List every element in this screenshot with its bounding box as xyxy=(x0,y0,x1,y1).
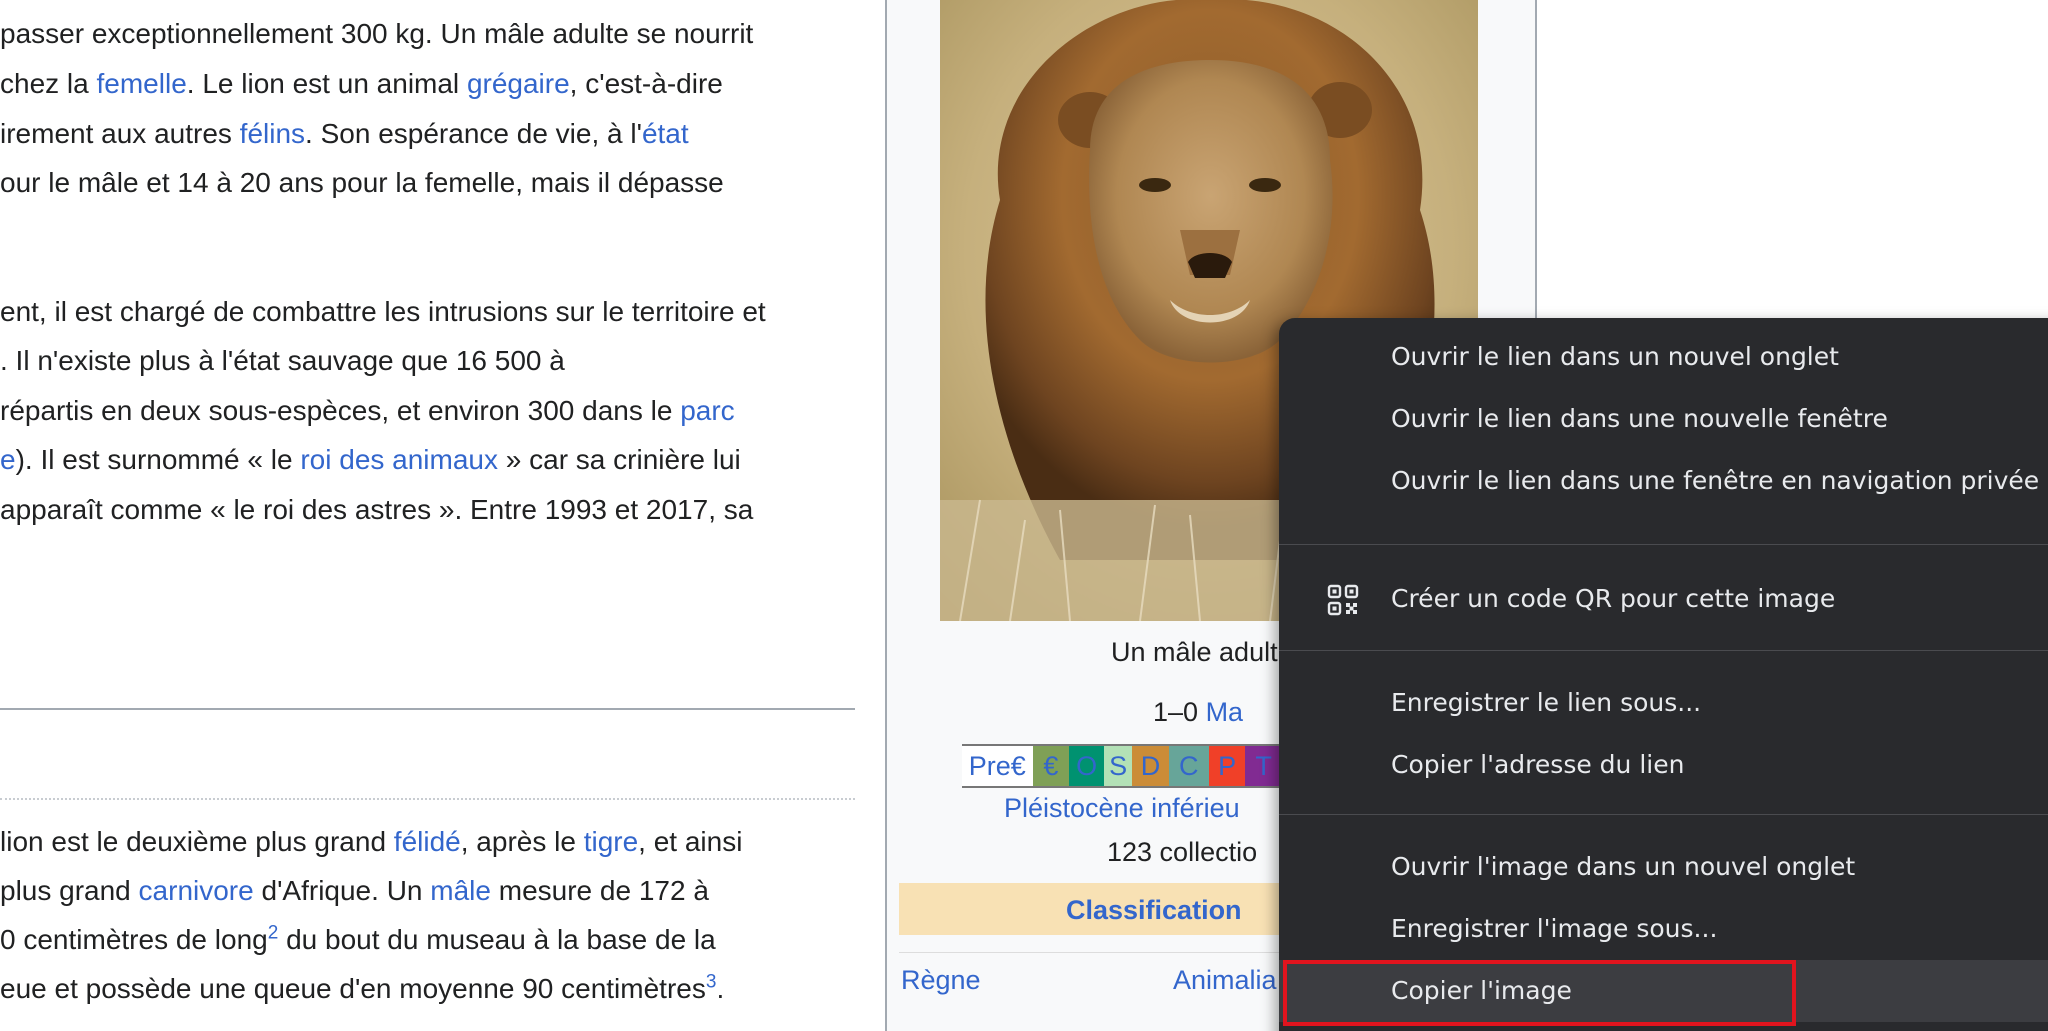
article-text: our le mâle et 14 à 20 ans pour la femel… xyxy=(0,167,724,198)
image-caption: Un mâle adult xyxy=(1111,637,1278,667)
article-text: plus grand xyxy=(0,875,139,906)
article-link[interactable]: grégaire xyxy=(467,68,570,99)
article-link[interactable]: tigre xyxy=(584,826,638,857)
article-text: lion est le deuxième plus grand xyxy=(0,826,394,857)
section-divider xyxy=(0,708,855,710)
timescale-segment[interactable]: D xyxy=(1132,746,1169,786)
menu-open-link-private[interactable]: Ouvrir le lien dans une fenêtre en navig… xyxy=(1279,450,2048,512)
timescale-segment[interactable]: € xyxy=(1032,746,1070,786)
article-line: répartis en deux sous-espèces, et enviro… xyxy=(0,395,735,427)
article-text: . xyxy=(716,973,725,1004)
geologic-timescale: Pre€ € O S D C P T xyxy=(962,744,1282,788)
article-line: our le mâle et 14 à 20 ans pour la femel… xyxy=(0,167,724,199)
reference-link[interactable]: 2 xyxy=(268,923,279,944)
article-text: ). Il est surnommé « le xyxy=(15,444,301,475)
timescale-segment[interactable]: Pre€ xyxy=(962,746,1033,786)
article-line: ent, il est chargé de combattre les intr… xyxy=(0,296,766,328)
menu-separator xyxy=(1279,544,2048,545)
article-link[interactable]: félins xyxy=(240,118,305,149)
article-text: , après le xyxy=(460,826,584,857)
article-link[interactable]: félidé xyxy=(394,826,461,857)
menu-save-link-as[interactable]: Enregistrer le lien sous... xyxy=(1279,672,2048,734)
reference-link[interactable]: 3 xyxy=(706,972,717,993)
regne-label[interactable]: Règne xyxy=(901,964,981,996)
article-line: eue et possède une queue d'en moyenne 90… xyxy=(0,973,724,1005)
article-text: , c'est-à-dire xyxy=(569,68,723,99)
article-line: . Il n'existe plus à l'état sauvage que … xyxy=(0,345,565,377)
article-link[interactable]: carnivore xyxy=(139,875,254,906)
article-link[interactable]: roi des animaux xyxy=(300,444,498,475)
article-line: passer exceptionnellement 300 kg. Un mâl… xyxy=(0,18,753,50)
article-text: chez la xyxy=(0,68,97,99)
menu-copy-link-address[interactable]: Copier l'adresse du lien xyxy=(1279,734,2048,796)
menu-separator xyxy=(1279,650,2048,651)
collections-count: 123 collectio xyxy=(1107,837,1258,867)
article-link[interactable]: état xyxy=(642,118,689,149)
dotted-divider xyxy=(0,798,855,800)
article-line: plus grand carnivore d'Afrique. Un mâle … xyxy=(0,875,709,907)
article-line: apparaît comme « le roi des astres ». En… xyxy=(0,494,753,526)
menu-save-image-as[interactable]: Enregistrer l'image sous... xyxy=(1279,898,2048,960)
article-text: . Son espérance de vie, à l' xyxy=(305,118,642,149)
menu-create-qr-code[interactable]: Créer un code QR pour cette image xyxy=(1279,568,2048,630)
qr-code-icon xyxy=(1327,584,1359,616)
article-line: 0 centimètres de long2 du bout du museau… xyxy=(0,924,716,956)
article-text: , et ainsi xyxy=(638,826,743,857)
article-text: . Le lion est un animal xyxy=(186,68,467,99)
article-link[interactable]: femelle xyxy=(97,68,187,99)
timescale-segment[interactable]: C xyxy=(1168,746,1209,786)
article-text: mesure de 172 à xyxy=(490,875,709,906)
timescale-segment[interactable]: T xyxy=(1245,746,1282,786)
article-text: 0 centimètres de long xyxy=(0,924,268,955)
copy-image-highlight xyxy=(1283,960,1796,1026)
article-line: lion est le deuxième plus grand félidé, … xyxy=(0,826,742,858)
menu-separator xyxy=(1279,814,2048,815)
article-text: du bout du museau à la base de la xyxy=(278,924,716,955)
article-text: » car sa crinière lui xyxy=(498,444,741,475)
classification-title[interactable]: Classification xyxy=(1066,894,1242,926)
period-link[interactable]: Pléistocène inférieu xyxy=(1004,792,1240,824)
regne-value[interactable]: Animalia xyxy=(1173,964,1277,996)
article-text: passer exceptionnellement 300 kg. Un mâl… xyxy=(0,18,754,49)
menu-open-link-new-window[interactable]: Ouvrir le lien dans une nouvelle fenêtre xyxy=(1279,388,2048,450)
article-link[interactable]: e xyxy=(0,444,16,475)
timescale-segment[interactable]: O xyxy=(1069,746,1105,786)
article-text: d'Afrique. Un xyxy=(253,875,431,906)
age-range: 1–0 Ma xyxy=(1153,697,1244,727)
article-link[interactable]: mâle xyxy=(430,875,491,906)
article-text: . Il n'existe plus à l'état sauvage que … xyxy=(0,345,565,376)
timescale-segment[interactable]: S xyxy=(1104,746,1133,786)
article-text: répartis en deux sous-espèces, et enviro… xyxy=(0,395,681,426)
article-text: apparaît comme « le roi des astres ». En… xyxy=(0,494,754,525)
article-line: e). Il est surnommé « le roi des animaux… xyxy=(0,444,741,476)
article-text: eue et possède une queue d'en moyenne 90… xyxy=(0,973,706,1004)
ma-link[interactable]: Ma xyxy=(1206,697,1244,727)
menu-open-link-new-tab[interactable]: Ouvrir le lien dans un nouvel onglet xyxy=(1279,326,2048,388)
article-link[interactable]: parc xyxy=(680,395,734,426)
screen: passer exceptionnellement 300 kg. Un mâl… xyxy=(0,0,2048,1031)
article-text: ent, il est chargé de combattre les intr… xyxy=(0,296,766,327)
menu-open-image-new-tab[interactable]: Ouvrir l'image dans un nouvel onglet xyxy=(1279,836,2048,898)
article-line: chez la femelle. Le lion est un animal g… xyxy=(0,68,723,100)
article-line: irement aux autres félins. Son espérance… xyxy=(0,118,689,150)
timescale-segment[interactable]: P xyxy=(1208,746,1246,786)
context-menu: Ouvrir le lien dans un nouvel onglet Ouv… xyxy=(1279,318,2048,1031)
article-text: irement aux autres xyxy=(0,118,240,149)
